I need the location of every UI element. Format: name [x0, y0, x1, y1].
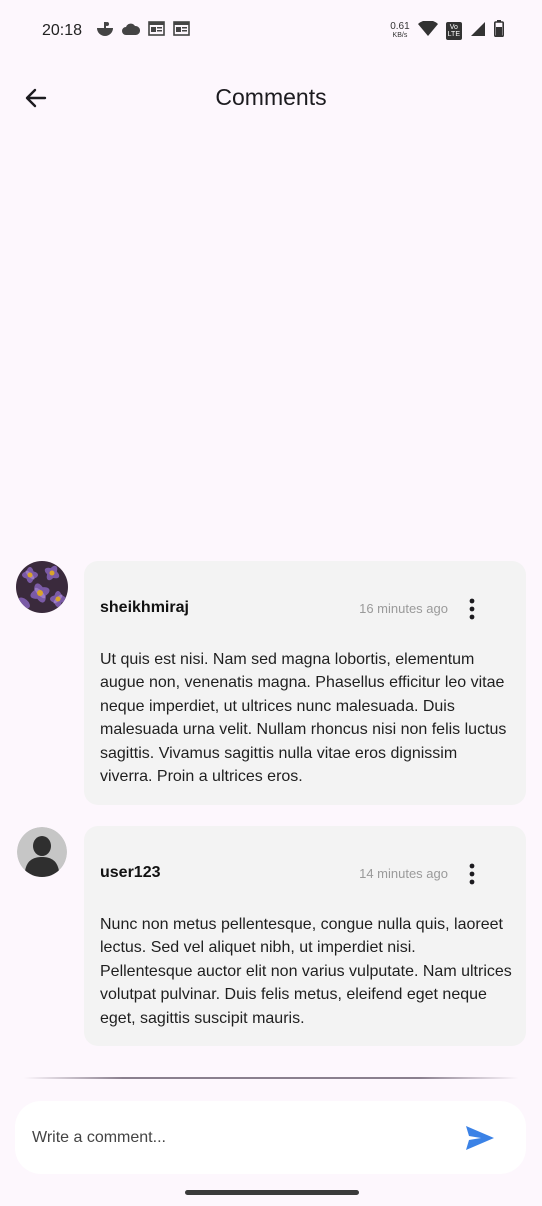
comment-header: sheikhmiraj 16 minutes ago — [100, 597, 510, 621]
comment-card: sheikhmiraj 16 minutes ago Ut quis est n… — [84, 561, 526, 805]
notification-icon — [96, 21, 114, 42]
battery-icon — [494, 20, 504, 42]
comment-composer — [15, 1101, 526, 1174]
signal-icon — [470, 21, 486, 42]
comment-item: sheikhmiraj 16 minutes ago Ut quis est n… — [0, 561, 542, 805]
default-person-icon — [17, 827, 67, 877]
volte-icon: Vo LTE — [445, 22, 462, 40]
more-options-button[interactable] — [460, 597, 484, 621]
more-options-button[interactable] — [460, 862, 484, 886]
flower-avatar-image — [16, 561, 68, 613]
news-icon — [148, 21, 165, 41]
home-indicator[interactable] — [185, 1190, 359, 1195]
status-bar: 20:18 0.61 KB/s Vo LTE — [0, 0, 542, 62]
comment-text: Nunc non metus pellentesque, congue null… — [100, 916, 512, 1027]
cloud-icon — [122, 22, 141, 40]
comment-card: user123 14 minutes ago Nunc non metus pe… — [84, 826, 526, 1046]
status-left: 20:18 — [42, 21, 190, 42]
more-vertical-icon — [469, 598, 475, 620]
send-button[interactable] — [464, 1123, 496, 1153]
comment-username[interactable]: sheikhmiraj — [100, 599, 189, 617]
network-speed-unit: KB/s — [392, 32, 408, 39]
send-icon — [466, 1126, 494, 1150]
comment-item: user123 14 minutes ago Nunc non metus pe… — [0, 826, 542, 1046]
network-speed-value: 0.61 — [390, 21, 410, 32]
network-speed: 0.61 KB/s — [390, 22, 409, 40]
volte-top: Vo — [449, 24, 458, 31]
news-icon — [173, 21, 190, 41]
divider — [24, 1077, 518, 1079]
app-bar: Comments — [0, 70, 542, 128]
status-time: 20:18 — [42, 22, 83, 39]
comment-input[interactable] — [32, 1125, 432, 1151]
comment-text: Ut quis est nisi. Nam sed magna lobortis… — [100, 651, 507, 786]
comment-header: user123 14 minutes ago — [100, 862, 510, 886]
avatar[interactable] — [17, 827, 67, 877]
status-right: 0.61 KB/s Vo LTE — [390, 19, 504, 42]
page-title: Comments — [215, 84, 327, 110]
comment-timestamp: 16 minutes ago — [359, 601, 448, 616]
avatar[interactable] — [16, 561, 68, 613]
comment-timestamp: 14 minutes ago — [359, 866, 448, 881]
wifi-icon — [417, 19, 438, 42]
comment-username[interactable]: user123 — [100, 864, 161, 882]
volte-bottom: LTE — [447, 31, 460, 38]
more-vertical-icon — [469, 863, 475, 885]
